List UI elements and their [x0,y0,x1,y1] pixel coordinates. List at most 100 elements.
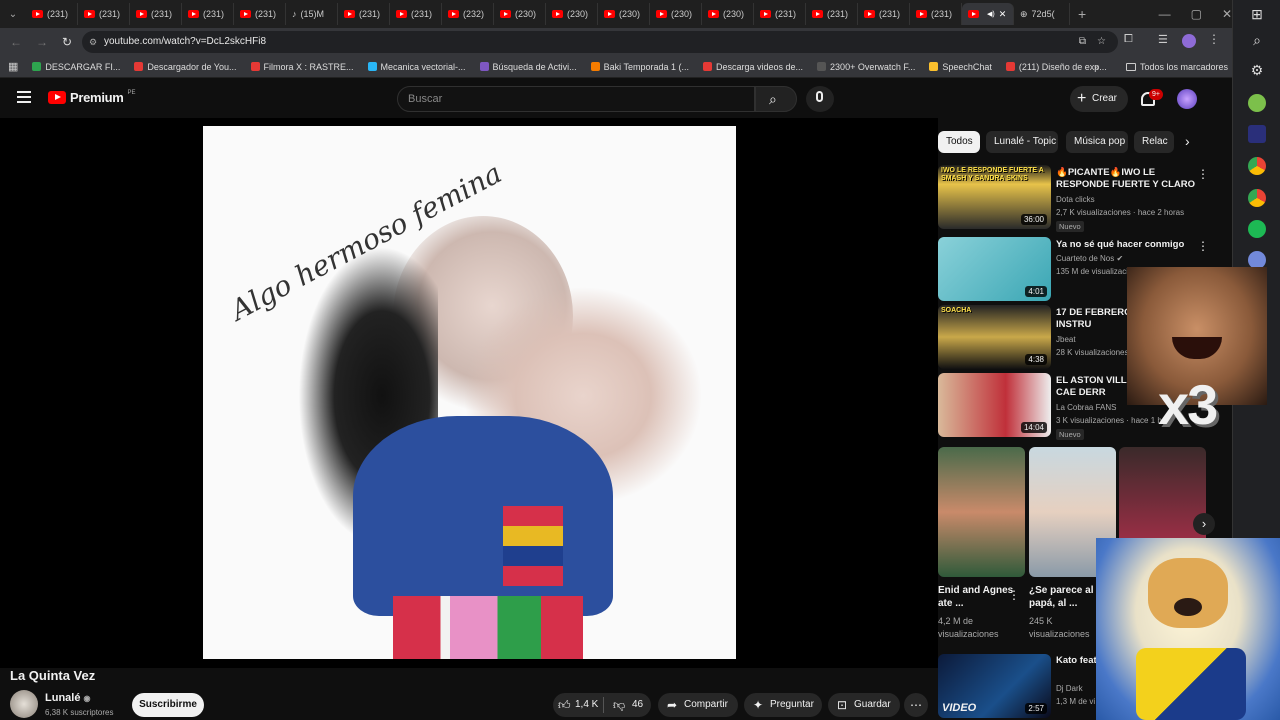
short-more-icon[interactable]: ⋮ [1008,588,1020,602]
filter-chip[interactable]: Relac [1134,131,1174,153]
video-thumbnail[interactable]: 4:01 [938,237,1051,301]
video-thumbnail[interactable]: IWO LE RESPONDE FUERTE A SMASH Y SANDRA … [938,165,1051,229]
browser-tab[interactable]: (230) [650,3,702,25]
short-thumbnail[interactable] [938,447,1025,577]
create-label: Crear [1092,93,1118,104]
browser-tab[interactable]: (232) [442,3,494,25]
maximize-icon[interactable]: ▢ [1191,7,1202,21]
short-title[interactable]: Enid and Agnes ate ... [938,584,1018,610]
video-more-icon[interactable]: ⋮ [1197,239,1209,253]
reading-list-icon[interactable]: ☰ [1158,33,1168,46]
filter-chip[interactable]: Lunalé - Topic [986,131,1058,153]
bookmark-item[interactable]: Búsqueda de Activi... [479,62,577,72]
new-tab-plus-icon[interactable]: + [1078,6,1086,22]
filter-chip[interactable]: Todos [938,131,980,153]
like-thumb-icon[interactable]: 👍︎ [558,693,571,717]
chrome-alt-icon[interactable] [1248,189,1266,207]
video-thumbnail[interactable]: 14:04 [938,373,1051,437]
dislike-thumb-icon[interactable]: 👎︎ [613,693,625,717]
browser-tab[interactable]: (231) [78,3,130,25]
account-avatar[interactable] [1177,89,1197,109]
browser-tab[interactable]: (230) [598,3,650,25]
video-channel[interactable]: Dota clicks [1056,193,1196,206]
shorts-next-chevron-icon[interactable]: › [1193,513,1215,535]
hamburger-menu-icon[interactable] [17,91,31,103]
browser-tab[interactable]: (231) [130,3,182,25]
more-bookmarks-icon[interactable]: » [1094,62,1099,72]
bookmark-item[interactable]: DESCARGAR FI... [32,62,120,72]
browser-tab[interactable]: (231) [806,3,858,25]
browser-tab[interactable]: (230) [546,3,598,25]
subscribe-button[interactable]: Suscribirme [132,693,204,717]
bookmark-item[interactable]: 2300+ Overwatch F... [817,62,915,72]
bookmark-item[interactable]: Descarga videos de... [703,62,803,72]
like-count: 1,4 K [575,699,599,710]
channel-name-row[interactable]: Lunalé ◉ [45,692,91,704]
site-info-icon[interactable]: ⚙ [89,31,97,53]
spotify-icon[interactable] [1248,220,1266,238]
browser-tab[interactable]: (230) [494,3,546,25]
bookmark-item[interactable]: Baki Temporada 1 (... [590,62,689,72]
install-app-icon[interactable]: ⧉ [1079,31,1086,53]
video-thumbnail[interactable]: SOACHA 4:38 [938,305,1051,369]
bookmark-item[interactable]: SpeechChat [929,62,992,72]
share-button[interactable]: ➦ Compartir [658,693,738,717]
tab-search-chevron-icon[interactable]: ⌄ [0,0,26,28]
browser-tab[interactable]: (231) [234,3,286,25]
bookmark-item[interactable]: (211) Diseño de exp... [1005,62,1107,72]
browser-tab[interactable]: ♪ (15)M [286,3,338,25]
search-icon[interactable]: ⌕ [1248,32,1266,50]
windows-grid-icon[interactable]: ⊞ [1248,6,1266,24]
browser-tab[interactable]: (231) [182,3,234,25]
audio-playing-icon[interactable]: ◀) [987,10,995,18]
chips-next-chevron-icon[interactable]: › [1185,133,1190,149]
url-bar[interactable]: ⚙ youtube.com/watch?v=DcL2skcHFi8 ⧉ ☆ [82,31,1118,53]
close-tab-icon[interactable]: ✕ [999,9,1007,20]
chrome-icon[interactable] [1248,157,1266,175]
save-button[interactable]: ⊡ Guardar [828,693,900,717]
browser-tab[interactable]: (231) [910,3,962,25]
browser-tab[interactable]: (231) [754,3,806,25]
ask-button[interactable]: ✦ Preguntar [744,693,822,717]
bookmark-item[interactable]: Filmora X : RASTRE... [250,62,354,72]
back-arrow-icon[interactable]: ← [10,35,22,49]
video-frame[interactable]: Algo hermoso femina [203,126,736,659]
youtube-premium-logo[interactable]: Premium PE [48,90,136,105]
bookmark-item[interactable]: Mecanica vectorial-... [367,62,466,72]
channel-avatar[interactable] [10,690,38,718]
browser-menu-icon[interactable]: ⋮ [1208,32,1220,46]
reload-icon[interactable]: ↻ [62,35,72,49]
search-button[interactable]: ⌕ [755,86,797,112]
bookmark-star-icon[interactable]: ☆ [1097,31,1106,53]
forward-arrow-icon[interactable]: → [36,35,48,49]
close-window-icon[interactable]: ✕ [1222,7,1232,21]
extensions-icon[interactable]: ⧠ [1124,33,1133,46]
browser-tab[interactable]: ◀) ✕ [962,3,1014,25]
browser-tab[interactable]: (231) [26,3,78,25]
minimize-icon[interactable]: — [1159,7,1171,21]
video-title-link[interactable]: 🔥PICANTE🔥IWO LE RESPONDE FUERTE Y CLARO … [1056,167,1196,191]
bookmark-favicon-icon [32,62,42,71]
voice-search-button[interactable] [806,86,834,112]
apps-grid-icon[interactable]: ▦ [8,60,18,73]
browser-tab[interactable]: (230) [702,3,754,25]
browser-tab[interactable]: (231) [390,3,442,25]
profile-avatar-icon[interactable] [1182,34,1196,48]
create-button[interactable]: + Crear [1070,86,1128,112]
video-more-icon[interactable]: ⋮ [1197,167,1209,181]
share-label: Compartir [684,699,728,710]
settings-gear-icon[interactable]: ⚙ [1248,62,1266,80]
app-u-icon[interactable] [1248,125,1266,143]
video-title-link[interactable]: Ya no sé qué hacer conmigo [1056,239,1196,251]
filter-chip[interactable]: Música pop [1066,131,1128,153]
bookmark-item[interactable]: Descargador de You... [134,62,237,72]
all-bookmarks-folder[interactable]: Todos los marcadores [1126,62,1228,72]
browser-tab[interactable]: ⊕ 72d5( [1014,3,1070,25]
search-input[interactable]: Buscar [397,86,755,112]
browser-tab[interactable]: (231) [858,3,910,25]
more-actions-icon[interactable]: ⋯ [904,693,928,717]
browser-tab[interactable]: (231) [338,3,390,25]
video-thumbnail[interactable]: VIDEO 2:57 [938,654,1051,718]
app-green-icon[interactable] [1248,94,1266,112]
video-channel[interactable]: Cuarteto de Nos ✔ [1056,252,1196,265]
